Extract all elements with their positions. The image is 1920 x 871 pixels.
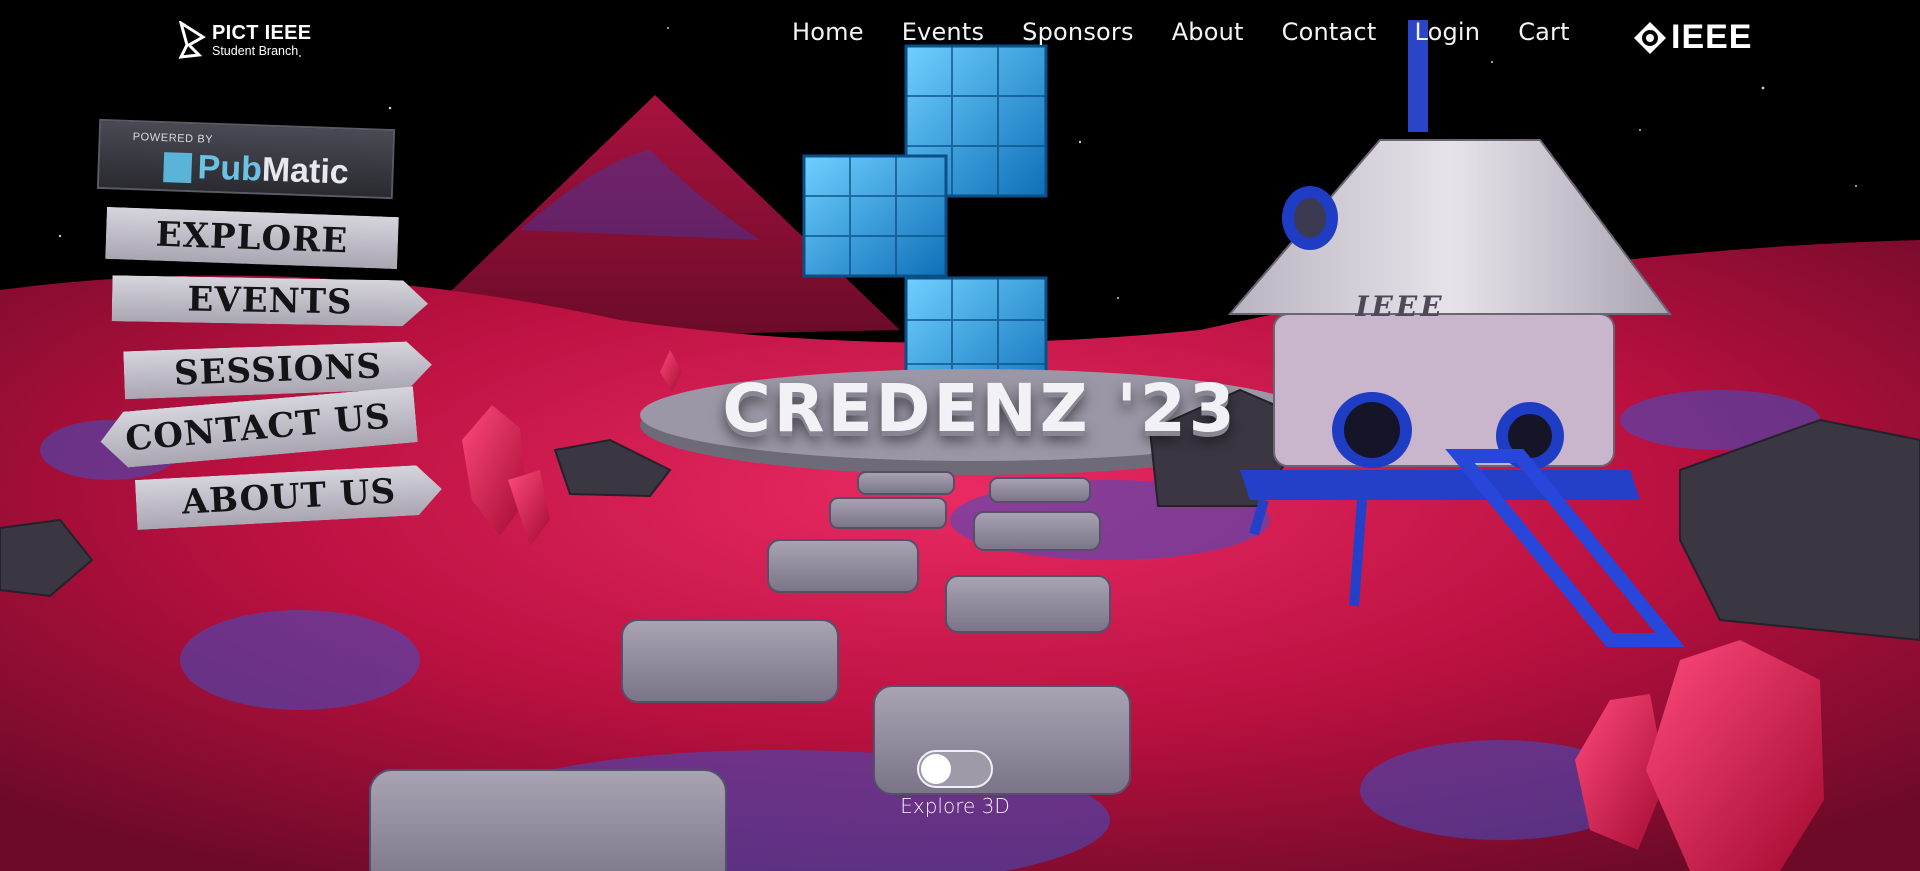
- pubmatic-mark-icon: [163, 151, 193, 183]
- ieee-partner-logo[interactable]: IEEE: [1633, 18, 1752, 57]
- toggle-knob: [921, 754, 951, 784]
- nav-sponsors[interactable]: Sponsors: [1022, 18, 1134, 52]
- capsule-label: IEEE: [1355, 290, 1445, 323]
- nav-cart[interactable]: Cart: [1518, 18, 1570, 52]
- brand-subtitle: Student Branch: [212, 43, 299, 58]
- ieee-diamond-icon: [1634, 21, 1666, 54]
- nav-about[interactable]: About: [1172, 18, 1244, 52]
- explore-3d-toggle[interactable]: [917, 750, 993, 788]
- brand-logo[interactable]: PICT IEEE Student Branch: [178, 20, 311, 60]
- ieee-logo-text: IEEE: [1671, 18, 1753, 56]
- nav-events[interactable]: Events: [902, 18, 984, 52]
- nav-contact[interactable]: Contact: [1282, 18, 1377, 52]
- explore-3d-control: Explore 3D: [880, 750, 1030, 818]
- sponsor-note: POWERED BY: [132, 131, 214, 146]
- hero-title: CREDENZ '23: [722, 370, 1238, 447]
- explore-3d-label: Explore 3D: [900, 794, 1010, 818]
- sign-events[interactable]: EVENTS: [112, 275, 429, 327]
- nav-home[interactable]: Home: [792, 18, 864, 52]
- pubmatic-logo: PubMatic: [163, 147, 349, 192]
- nav-login[interactable]: Login: [1414, 18, 1480, 52]
- sponsor-board: POWERED BY PubMatic: [96, 118, 396, 200]
- brand-title: PICT IEEE: [212, 21, 312, 44]
- top-navbar: PICT IEEE Student Branch Home Events Spo…: [0, 0, 1920, 72]
- sponsor-name-a: Pub: [197, 148, 263, 189]
- pict-ieee-logo-icon: [178, 21, 206, 59]
- sponsor-name-b: Matic: [261, 150, 350, 192]
- main-nav: Home Events Sponsors About Contact Login…: [792, 18, 1570, 52]
- sign-explore[interactable]: EXPLORE: [105, 207, 399, 269]
